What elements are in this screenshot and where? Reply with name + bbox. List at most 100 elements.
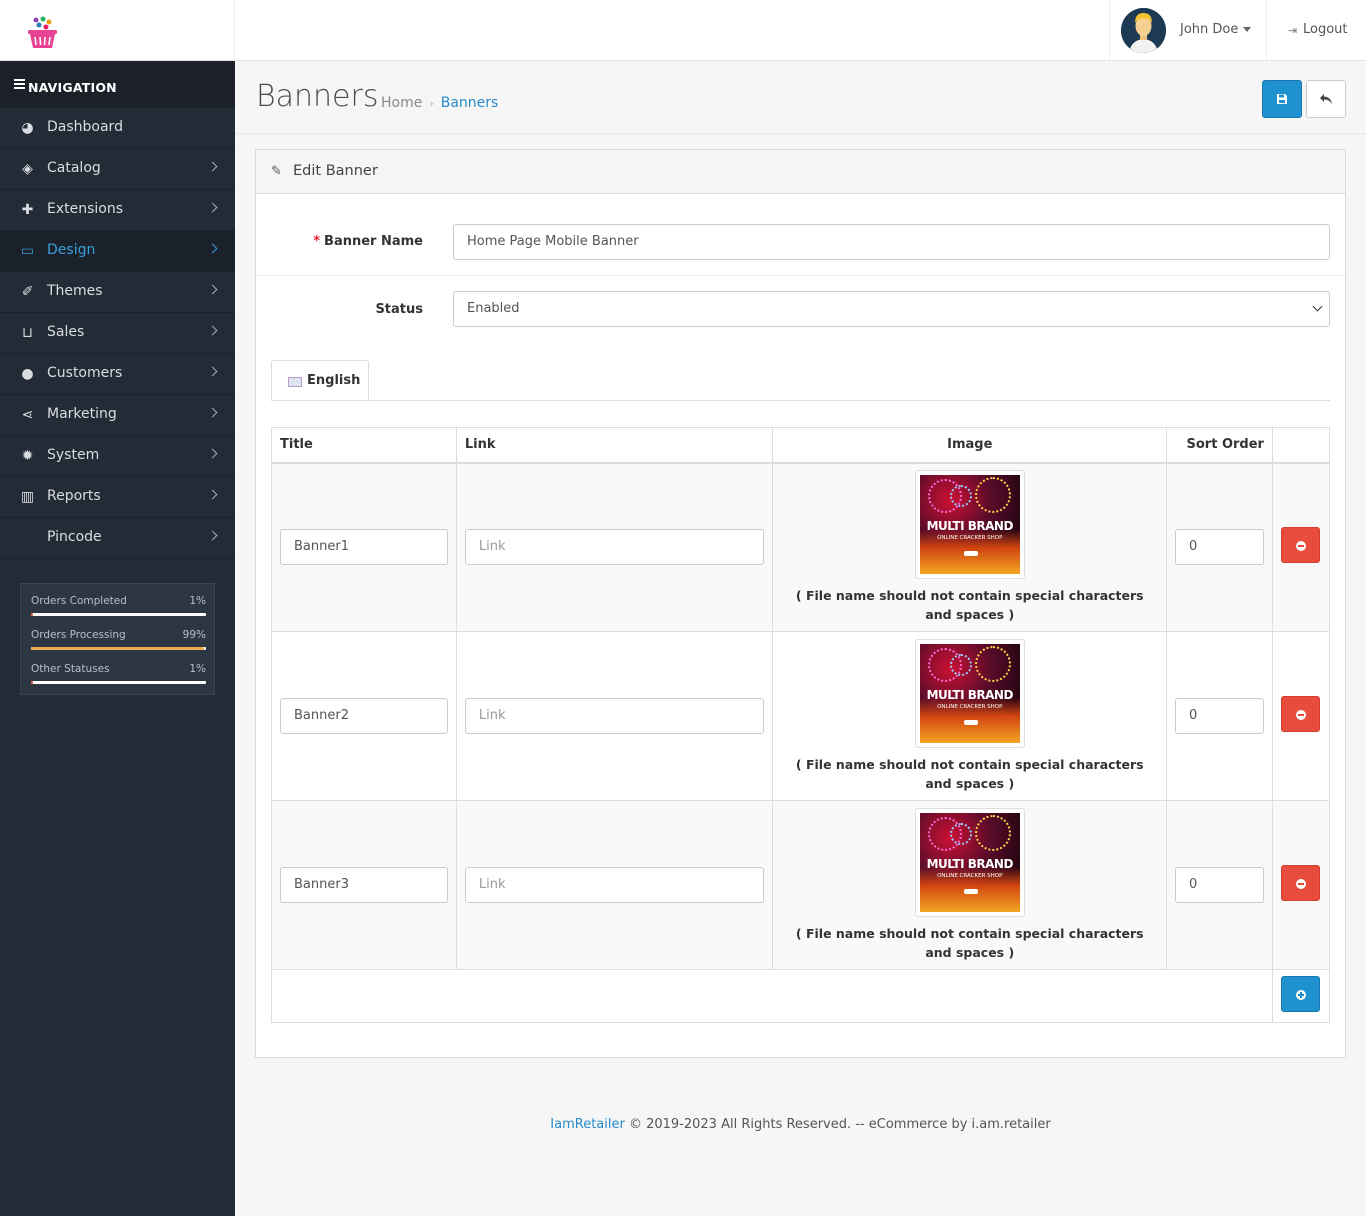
sort-order-input[interactable]: 0 bbox=[1175, 529, 1264, 566]
tags-icon: ◈ bbox=[22, 161, 33, 177]
sidebar-item-label: Pincode bbox=[47, 529, 102, 545]
logout-label: Logout bbox=[1303, 22, 1348, 37]
banner-image-subtitle: ONLINE CRACKER SHOP bbox=[937, 535, 1003, 542]
title-cell: Banner2 bbox=[271, 631, 457, 801]
remove-row-button[interactable] bbox=[1281, 696, 1321, 732]
sidebar-item-pincode[interactable]: Pincode bbox=[0, 518, 235, 559]
footer-brand-link[interactable]: IamRetailer bbox=[550, 1117, 625, 1132]
cart-icon: ⊔ bbox=[22, 325, 33, 341]
banner-image-thumbnail[interactable]: MULTI BRAND ONLINE CRACKER SHOP bbox=[914, 808, 1025, 917]
add-banner-button[interactable] bbox=[1281, 976, 1321, 1012]
sidebar-item-marketing[interactable]: ⋖ Marketing bbox=[0, 395, 235, 436]
stat-percent: 99% bbox=[182, 629, 206, 641]
bar-chart-icon: ▥ bbox=[20, 489, 35, 505]
nav-heading: NAVIGATION bbox=[0, 61, 235, 108]
title-input[interactable]: Banner3 bbox=[280, 867, 448, 903]
remove-row-button[interactable] bbox=[1281, 527, 1321, 564]
link-input[interactable]: Link bbox=[464, 867, 765, 903]
chevron-right-icon bbox=[207, 407, 218, 418]
sidebar-item-label: Catalog bbox=[47, 160, 101, 176]
breadcrumb-separator: › bbox=[429, 97, 434, 110]
banner-image-thumbnail[interactable]: MULTI BRAND ONLINE CRACKER SHOP bbox=[914, 639, 1025, 748]
title-cell: Banner3 bbox=[271, 800, 457, 970]
add-row bbox=[271, 969, 1331, 1023]
status-select-value: Enabled bbox=[467, 301, 520, 316]
minus-circle-icon bbox=[1296, 710, 1307, 720]
link-cell: Link bbox=[455, 462, 774, 632]
sidebar-item-dashboard[interactable]: ◕ Dashboard bbox=[0, 108, 235, 149]
status-label: Status bbox=[375, 302, 423, 317]
sidebar-item-catalog[interactable]: ◈ Catalog bbox=[0, 149, 235, 190]
sidebar-item-themes[interactable]: ✐ Themes bbox=[0, 272, 235, 313]
breadcrumb: Home › Banners bbox=[381, 95, 498, 111]
logout-button[interactable]: ⇥ Logout bbox=[1266, 0, 1366, 60]
col-image: Image bbox=[772, 427, 1168, 464]
stat-orders-completed: Orders Completed 1% bbox=[31, 595, 206, 616]
chevron-right-icon bbox=[207, 284, 218, 295]
panel-title: Edit Banner bbox=[293, 163, 378, 179]
banner-name-label: * Banner Name bbox=[313, 234, 423, 249]
banner-image-subtitle: ONLINE CRACKER SHOP bbox=[937, 873, 1003, 879]
sort-order-input[interactable]: 0 bbox=[1175, 867, 1264, 903]
sort-cell: 0 bbox=[1166, 631, 1273, 801]
basket-logo-icon bbox=[28, 16, 57, 48]
logo[interactable] bbox=[0, 0, 235, 61]
chevron-right-icon bbox=[207, 161, 218, 172]
sidebar-item-system[interactable]: ✹ System bbox=[0, 436, 235, 477]
title-input[interactable]: Banner1 bbox=[280, 529, 448, 566]
stat-percent: 1% bbox=[189, 595, 206, 607]
stat-label: Orders Completed bbox=[31, 595, 127, 607]
file-name-hint: ( File name should not contain special c… bbox=[795, 588, 1144, 623]
image-cell: MULTI BRAND ONLINE CRACKER SHOP ( File n… bbox=[772, 631, 1168, 801]
stat-label: Other Statuses bbox=[31, 663, 110, 675]
back-button[interactable] bbox=[1306, 80, 1346, 118]
stat-percent: 1% bbox=[189, 663, 206, 675]
link-input[interactable]: Link bbox=[464, 698, 765, 734]
user-name: John Doe bbox=[1180, 22, 1239, 37]
progress-fill bbox=[31, 613, 33, 616]
sidebar-item-reports[interactable]: ▥ Reports bbox=[0, 477, 235, 518]
footer: IamRetailer © 2019-2023 All Rights Reser… bbox=[235, 1117, 1366, 1132]
sidebar-item-customers[interactable]: ● Customers bbox=[0, 354, 235, 395]
title-input[interactable]: Banner2 bbox=[280, 698, 448, 734]
chevron-right-icon bbox=[207, 202, 218, 213]
action-cell bbox=[1271, 462, 1331, 632]
chevron-right-icon bbox=[207, 448, 218, 459]
banner-image: MULTI BRAND ONLINE CRACKER SHOP bbox=[919, 813, 1020, 912]
breadcrumb-current[interactable]: Banners bbox=[441, 95, 499, 111]
user-menu[interactable]: John Doe bbox=[1109, 0, 1266, 60]
action-cell bbox=[1271, 800, 1331, 970]
save-button[interactable] bbox=[1262, 80, 1302, 118]
banner-image-thumbnail[interactable]: MULTI BRAND ONLINE CRACKER SHOP bbox=[914, 470, 1025, 580]
link-input[interactable]: Link bbox=[464, 529, 765, 566]
footer-text: © 2019-2023 All Rights Reserved. -- eCom… bbox=[624, 1117, 1051, 1132]
sidebar-item-extensions[interactable]: ✚ Extensions bbox=[0, 190, 235, 231]
monitor-icon: ▭ bbox=[20, 243, 35, 259]
col-sort-order: Sort Order bbox=[1166, 427, 1273, 464]
sidebar-item-label: Customers bbox=[47, 365, 123, 381]
puzzle-icon: ✚ bbox=[21, 202, 34, 218]
sidebar-item-label: Extensions bbox=[47, 201, 124, 217]
file-name-hint: ( File name should not contain special c… bbox=[795, 757, 1144, 791]
sign-out-icon: ⇥ bbox=[1288, 24, 1298, 37]
chevron-right-icon bbox=[207, 366, 218, 377]
caret-down-icon bbox=[1243, 27, 1251, 32]
brush-icon: ✐ bbox=[21, 284, 34, 300]
remove-row-button[interactable] bbox=[1281, 865, 1321, 901]
breadcrumb-home[interactable]: Home bbox=[381, 95, 422, 111]
sort-order-input[interactable]: 0 bbox=[1175, 698, 1264, 734]
uk-flag-icon bbox=[288, 377, 302, 387]
progress-bar bbox=[31, 681, 206, 684]
banner-image: MULTI BRAND ONLINE CRACKER SHOP bbox=[919, 475, 1020, 575]
chevron-right-icon bbox=[207, 530, 218, 541]
pencil-icon: ✎ bbox=[271, 164, 282, 179]
tab-english[interactable]: English bbox=[271, 360, 369, 401]
sidebar-item-sales[interactable]: ⊔ Sales bbox=[0, 313, 235, 354]
banner-image-title: MULTI BRAND bbox=[926, 688, 1014, 702]
banner-name-input[interactable]: Home Page Mobile Banner bbox=[453, 224, 1330, 260]
nav-list: ◕ Dashboard ◈ Catalog ✚ Extensions ▭ Design ✐ The… bbox=[0, 108, 235, 559]
plus-circle-icon bbox=[1296, 990, 1307, 1000]
status-select[interactable]: Enabled bbox=[453, 291, 1330, 327]
sidebar-item-design[interactable]: ▭ Design bbox=[0, 231, 235, 272]
panel-heading: ✎ Edit Banner bbox=[256, 150, 1345, 194]
